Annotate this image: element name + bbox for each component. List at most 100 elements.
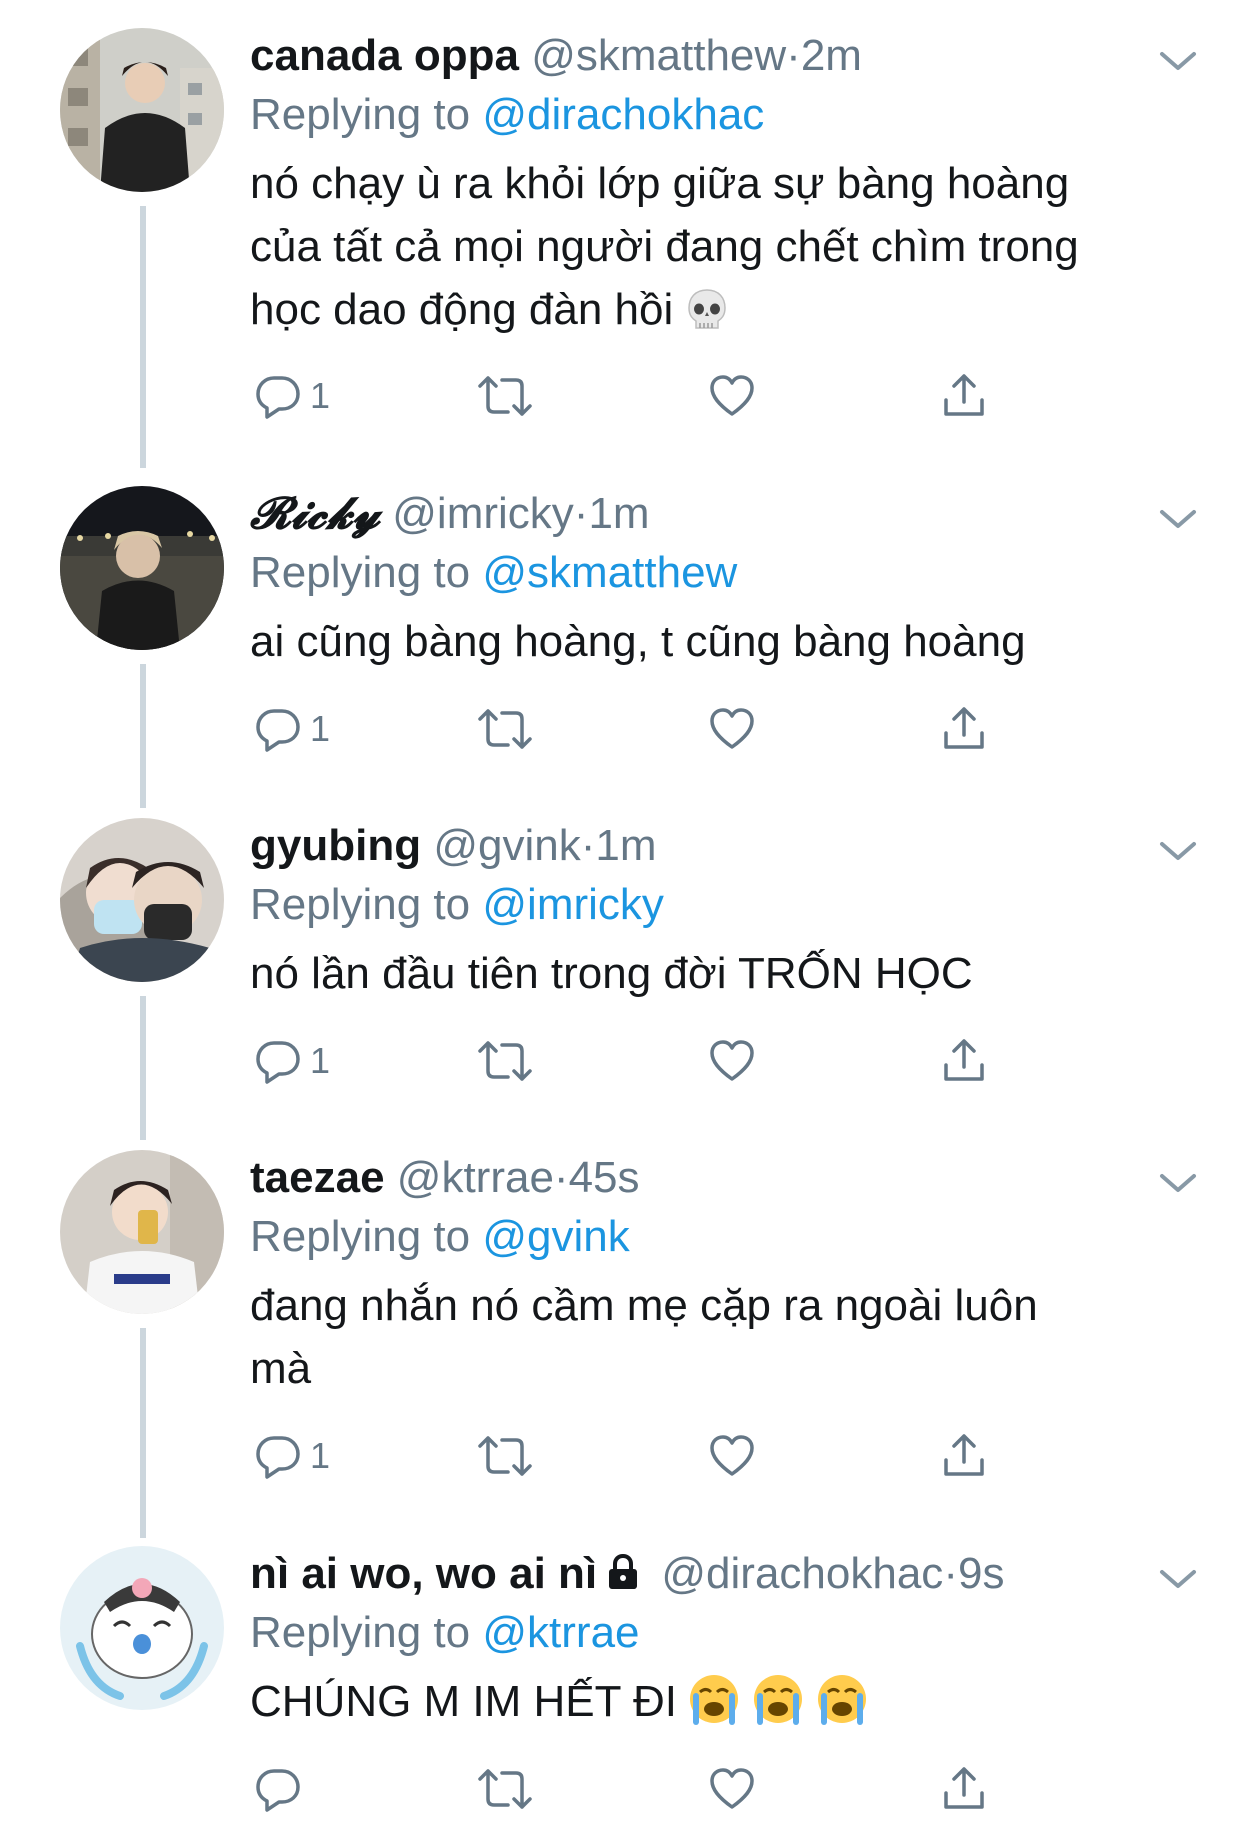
- display-name[interactable]: taezae: [250, 1153, 385, 1202]
- loudly-crying-emoji: [815, 1672, 869, 1743]
- reply-button[interactable]: 1: [254, 1426, 330, 1486]
- tweet-header: nì ai wo, wo ai nì @dirachokhac·9s: [250, 1546, 1182, 1602]
- replying-to: Replying to @skmatthew: [250, 542, 1182, 604]
- caret-down-icon[interactable]: [1156, 504, 1200, 534]
- skull-emoji: [683, 286, 731, 351]
- share-button[interactable]: [940, 1426, 988, 1486]
- reply-button[interactable]: [254, 1759, 310, 1819]
- replying-mention[interactable]: @imricky: [482, 880, 664, 929]
- reply-count: 1: [310, 708, 331, 749]
- like-button[interactable]: [708, 699, 756, 759]
- lock-icon: [603, 1550, 643, 1606]
- like-button[interactable]: [708, 1426, 756, 1486]
- share-icon: [940, 1765, 988, 1813]
- reply-button[interactable]: 1: [254, 1031, 330, 1091]
- separator-dot: ·: [580, 821, 596, 870]
- user-handle[interactable]: @gvink: [433, 821, 580, 870]
- share-button[interactable]: [940, 1759, 988, 1819]
- share-button[interactable]: [940, 366, 988, 426]
- retweet-icon: [478, 1037, 532, 1085]
- tweet-header: taezae @ktrrae·45s: [250, 1150, 1182, 1206]
- display-name[interactable]: nì ai wo, wo ai nì: [250, 1549, 597, 1598]
- replying-mention[interactable]: @gvink: [482, 1212, 629, 1261]
- replying-prefix: Replying to: [250, 90, 471, 139]
- reply-button[interactable]: 1: [254, 699, 330, 759]
- tweet-text-line: học dao động đàn hồi: [250, 278, 1182, 351]
- caret-down-icon[interactable]: [1156, 1168, 1200, 1198]
- share-button[interactable]: [940, 699, 988, 759]
- thread-line: [140, 206, 146, 468]
- tweet-header: 𝓡𝓲𝓬𝓴𝔂 @imricky·1m: [250, 486, 1182, 542]
- separator-dot: ·: [553, 1153, 569, 1202]
- user-handle[interactable]: @ktrrae: [397, 1153, 554, 1202]
- like-button[interactable]: [708, 1759, 756, 1819]
- replying-mention[interactable]: @ktrrae: [482, 1608, 639, 1657]
- timestamp[interactable]: 9s: [958, 1549, 1004, 1598]
- timestamp[interactable]: 1m: [595, 821, 656, 870]
- share-icon: [940, 1432, 988, 1480]
- replying-prefix: Replying to: [250, 880, 471, 929]
- share-icon: [940, 1037, 988, 1085]
- timestamp[interactable]: 2m: [801, 31, 862, 80]
- user-handle[interactable]: @skmatthew: [531, 31, 786, 80]
- avatar[interactable]: [60, 1546, 224, 1710]
- retweet-button[interactable]: [478, 1031, 532, 1091]
- replying-to: Replying to @gvink: [250, 1206, 1182, 1268]
- display-name[interactable]: 𝓡𝓲𝓬𝓴𝔂: [250, 488, 380, 539]
- avatar[interactable]: [60, 818, 224, 982]
- replying-to: Replying to @imricky: [250, 874, 1182, 936]
- share-icon: [940, 705, 988, 753]
- reply-button[interactable]: 1: [254, 366, 330, 426]
- caret-down-icon[interactable]: [1156, 836, 1200, 866]
- tweet-text: đang nhắn nó cầm mẹ cặp ra ngoài luôn mà: [250, 1274, 1182, 1400]
- thread-line: [140, 664, 146, 808]
- reply-count: 1: [310, 1435, 331, 1476]
- caret-down-icon[interactable]: [1156, 1564, 1200, 1594]
- retweet-button[interactable]: [478, 699, 532, 759]
- reply-count: 1: [310, 1040, 331, 1081]
- tweet-text-line: nó chạy ù ra khỏi lớp giữa sự bàng hoàng: [250, 159, 1070, 208]
- timestamp[interactable]: 1m: [588, 489, 649, 538]
- reply-icon: [254, 1432, 302, 1480]
- display-name[interactable]: canada oppa: [250, 31, 519, 80]
- retweet-button[interactable]: [478, 1759, 532, 1819]
- user-handle[interactable]: @dirachokhac: [661, 1549, 943, 1598]
- display-name[interactable]: gyubing: [250, 821, 421, 870]
- replying-mention[interactable]: @skmatthew: [482, 548, 737, 597]
- retweet-icon: [478, 1432, 532, 1480]
- tweet-text: nó chạy ù ra khỏi lớp giữa sự bàng hoàng…: [250, 152, 1182, 351]
- avatar[interactable]: [60, 1150, 224, 1314]
- reply-icon: [254, 705, 302, 753]
- user-handle[interactable]: @imricky: [392, 489, 574, 538]
- like-icon: [708, 1765, 756, 1813]
- replying-prefix: Replying to: [250, 1212, 471, 1261]
- tweet-actions: 1: [250, 1426, 1010, 1486]
- retweet-button[interactable]: [478, 366, 532, 426]
- tweet-text-line: CHÚNG M IM HẾT ĐI: [250, 1670, 1182, 1743]
- caret-down-icon[interactable]: [1156, 46, 1200, 76]
- thread-line: [140, 1328, 146, 1538]
- tweet-text-line: mà: [250, 1344, 312, 1393]
- timestamp[interactable]: 45s: [569, 1153, 640, 1202]
- share-button[interactable]: [940, 1031, 988, 1091]
- avatar[interactable]: [60, 28, 224, 192]
- like-button[interactable]: [708, 366, 756, 426]
- reply-icon: [254, 1037, 302, 1085]
- retweet-icon: [478, 372, 532, 420]
- tweet-actions: 1: [250, 1031, 1010, 1091]
- like-button[interactable]: [708, 1031, 756, 1091]
- tweet-actions: 1: [250, 366, 1010, 426]
- tweet-text-segment: CHÚNG M IM HẾT ĐI: [250, 1677, 677, 1726]
- replying-mention[interactable]: @dirachokhac: [482, 90, 764, 139]
- tweet-text: CHÚNG M IM HẾT ĐI: [250, 1670, 1182, 1743]
- tweet-text: nó lần đầu tiên trong đời TRỐN HỌC: [250, 942, 1182, 1005]
- separator-dot: ·: [786, 31, 801, 80]
- reply-count: 1: [310, 375, 331, 416]
- loudly-crying-emoji: [687, 1672, 741, 1743]
- avatar[interactable]: [60, 486, 224, 650]
- reply-icon: [254, 1765, 302, 1813]
- like-icon: [708, 1037, 756, 1085]
- loudly-crying-emoji: [751, 1672, 805, 1743]
- retweet-button[interactable]: [478, 1426, 532, 1486]
- tweet-actions: 1: [250, 699, 1010, 759]
